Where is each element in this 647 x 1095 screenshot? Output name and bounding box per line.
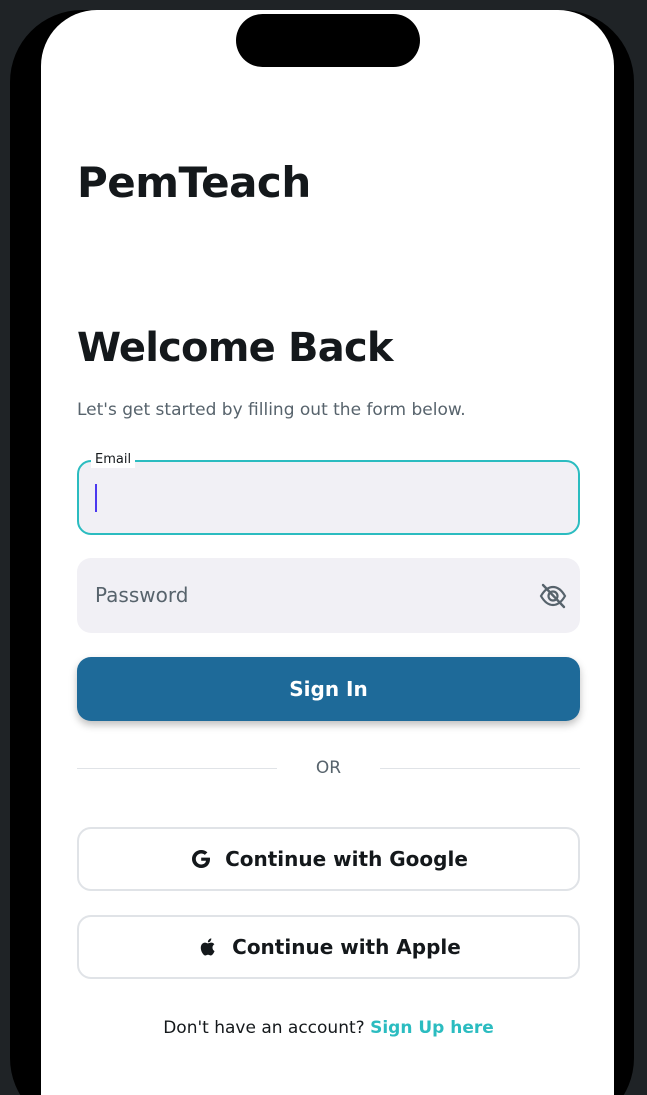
app-title: PemTeach bbox=[77, 158, 311, 207]
or-divider: OR bbox=[77, 758, 580, 778]
continue-with-apple-button[interactable]: Continue with Apple bbox=[77, 915, 580, 979]
phone-screen: PemTeach Welcome Back Let's get started … bbox=[41, 10, 614, 1095]
sign-in-button[interactable]: Sign In bbox=[77, 657, 580, 721]
email-field[interactable]: Email bbox=[77, 452, 580, 535]
apple-button-label: Continue with Apple bbox=[232, 935, 461, 959]
app-viewport: PemTeach Welcome Back Let's get started … bbox=[0, 0, 647, 1095]
continue-with-google-button[interactable]: Continue with Google bbox=[77, 827, 580, 891]
page-title: Welcome Back bbox=[77, 325, 393, 371]
eye-off-icon[interactable] bbox=[538, 582, 568, 610]
signup-prompt-row: Don't have an account? Sign Up here bbox=[77, 1018, 580, 1038]
divider-line-right bbox=[380, 768, 580, 769]
email-label: Email bbox=[91, 452, 136, 468]
signup-prompt-text: Don't have an account? bbox=[163, 1018, 365, 1038]
apple-icon bbox=[196, 935, 220, 959]
page-subtitle: Let's get started by filling out the for… bbox=[77, 400, 466, 420]
google-button-label: Continue with Google bbox=[225, 847, 468, 871]
password-field[interactable]: Password bbox=[77, 558, 580, 633]
dynamic-island bbox=[236, 14, 420, 67]
password-placeholder: Password bbox=[95, 583, 189, 607]
sign-up-link[interactable]: Sign Up here bbox=[370, 1018, 494, 1038]
text-cursor bbox=[95, 484, 97, 512]
google-icon bbox=[189, 847, 213, 871]
